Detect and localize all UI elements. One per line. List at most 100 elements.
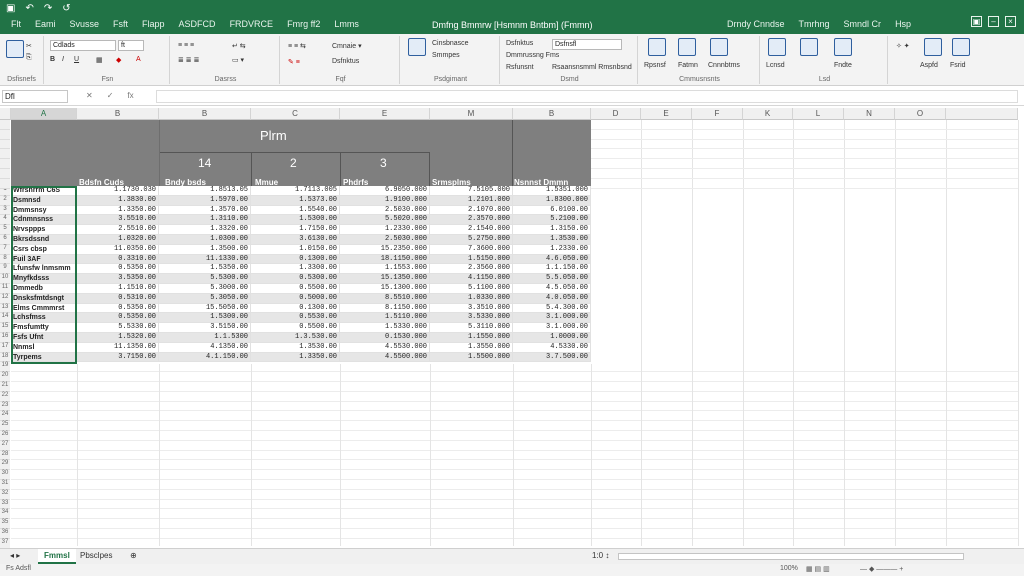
font-color-icon[interactable]: A (136, 56, 141, 63)
italic-button[interactable]: I (62, 56, 64, 63)
value-cell[interactable]: 1.1.150.00 (513, 264, 591, 275)
value-cell[interactable]: 7.3600.000 (430, 244, 513, 255)
value-cell[interactable]: 5.1100.000 (430, 284, 513, 294)
view-normal-icon[interactable]: ▦ ▤ ▥ (806, 565, 830, 573)
row-header[interactable]: 26 (0, 431, 10, 441)
show-comments-icon[interactable] (678, 38, 696, 56)
value-cell[interactable]: 1.5320.00 (77, 333, 159, 343)
value-cell[interactable]: 3.5150.00 (159, 323, 251, 333)
value-cell[interactable]: 1.5350.00 (159, 264, 251, 275)
value-cell[interactable]: 6.0100.00 (513, 205, 591, 216)
row-header[interactable]: 17 (0, 342, 10, 353)
row-header[interactable]: 16 (0, 333, 10, 343)
row-header[interactable] (0, 169, 10, 179)
tab-view[interactable]: Lmms (327, 19, 366, 29)
value-cell[interactable]: 1.3350.00 (77, 205, 159, 216)
comment-button[interactable]: Rpsnsf (644, 62, 666, 69)
value-cell[interactable]: 1.1.5300 (159, 333, 251, 343)
value-cell[interactable]: 1.9100.000 (340, 195, 430, 206)
column-header-a[interactable]: A (11, 108, 77, 120)
formula-input[interactable] (156, 90, 1018, 103)
value-cell[interactable]: 1.3110.00 (159, 215, 251, 226)
value-cell[interactable]: 15.2350.000 (340, 244, 430, 255)
row-header[interactable]: 14 (0, 313, 10, 324)
value-cell[interactable]: 1.0150.00 (251, 244, 340, 255)
value-cell[interactable]: 1.5330.000 (340, 323, 430, 333)
value-cell[interactable]: 18.1150.000 (340, 254, 430, 265)
value-cell[interactable]: 3.5510.00 (77, 215, 159, 226)
format-button[interactable]: Fatmn (678, 62, 698, 69)
value-cell[interactable]: 4.1.150.00 (159, 352, 251, 363)
value-cell[interactable]: 8.5510.000 (340, 293, 430, 304)
percent-icon[interactable]: ✎ ≡ (288, 58, 300, 66)
value-cell[interactable]: 15.1300.000 (340, 284, 430, 294)
value-cell[interactable]: 2.1070.000 (430, 205, 513, 216)
value-cell[interactable]: 1.3550.000 (430, 342, 513, 353)
tab-formulas[interactable]: ASDFCD (172, 19, 223, 29)
sheet-nav-icon[interactable]: ◂ ▸ (4, 549, 26, 564)
apply-button[interactable]: Aspfd (920, 62, 938, 69)
value-cell[interactable]: 1.5351.000 (513, 186, 591, 196)
column-header[interactable]: L (793, 108, 844, 120)
row-header[interactable]: 20 (0, 372, 10, 382)
value-cell[interactable]: 0.5310.00 (77, 293, 159, 304)
tab-help[interactable]: Hsp (888, 19, 918, 29)
notes-icon[interactable] (710, 38, 728, 56)
value-cell[interactable]: 3.7.500.00 (513, 352, 591, 363)
row-header[interactable]: 31 (0, 480, 10, 490)
row-header[interactable]: 4 (0, 215, 10, 226)
value-cell[interactable]: 1.2330.00 (513, 244, 591, 255)
column-header[interactable]: B (77, 108, 159, 120)
row-header[interactable] (0, 178, 10, 189)
align-center-icon[interactable]: ≣ ≣ ≣ (178, 56, 200, 64)
tab-draw[interactable]: Fsft (106, 19, 135, 29)
font-size-select[interactable]: ft (118, 40, 144, 51)
value-cell[interactable]: 0.5000.00 (251, 293, 340, 304)
row-header[interactable]: 7 (0, 244, 10, 255)
conditional-formatting-icon[interactable] (408, 38, 426, 56)
wrap-text-icon[interactable]: ↵ ⇆ (232, 42, 246, 50)
save-icon[interactable]: ▣ (6, 3, 15, 14)
value-cell[interactable]: 1.5150.000 (430, 254, 513, 265)
value-cell[interactable]: 2.3560.000 (430, 264, 513, 275)
column-header[interactable]: F (692, 108, 743, 120)
tab-layout[interactable]: Flapp (135, 19, 172, 29)
value-cell[interactable]: 4.1350.00 (159, 342, 251, 353)
value-cell[interactable]: 6.9050.000 (340, 186, 430, 196)
row-header[interactable]: 2 (0, 195, 10, 206)
format-cells-button[interactable]: Rsaansnsmml Rmsnbsnd (552, 64, 632, 71)
value-cell[interactable]: 1.5300.00 (251, 215, 340, 226)
column-header[interactable]: D (591, 108, 641, 120)
zoom-slider[interactable]: — ◆ ——— + (860, 565, 903, 573)
add-sheet-icon[interactable]: ⊕ (124, 549, 143, 564)
fx-label[interactable]: fx (127, 91, 133, 100)
value-cell[interactable]: 1.5970.00 (159, 195, 251, 206)
value-cell[interactable]: 2.5030.000 (340, 235, 430, 245)
row-header[interactable]: 32 (0, 489, 10, 500)
connections-button[interactable]: Cnnnbtms (708, 62, 740, 69)
value-cell[interactable]: 1.3.530.00 (251, 333, 340, 343)
value-cell[interactable]: 3.5350.00 (77, 274, 159, 284)
forms-icon[interactable] (952, 38, 970, 56)
column-header[interactable]: C (251, 108, 340, 120)
cancel-icon[interactable]: ✕ (86, 91, 93, 100)
row-header[interactable]: 19 (0, 362, 10, 373)
conditional-button[interactable]: Dmmrussng Fms (506, 52, 559, 59)
column-header[interactable]: B (159, 108, 251, 120)
value-cell[interactable]: 1.3530.00 (251, 342, 340, 353)
value-cell[interactable]: 1.0320.00 (77, 235, 159, 245)
value-cell[interactable]: 2.3570.000 (430, 215, 513, 226)
value-cell[interactable]: 5.2750.000 (430, 235, 513, 245)
format-table-button[interactable]: Cinsbnasce (432, 40, 469, 47)
row-header[interactable]: 36 (0, 529, 10, 539)
apps-icon[interactable] (924, 38, 942, 56)
font-name-select[interactable]: Cdlads (50, 40, 116, 51)
tab-insert[interactable]: Svusse (63, 19, 107, 29)
value-cell[interactable]: 0.5350.00 (77, 264, 159, 275)
row-header[interactable]: 12 (0, 293, 10, 304)
value-cell[interactable]: 5.5020.000 (340, 215, 430, 226)
value-cell[interactable]: 1.3570.00 (159, 205, 251, 216)
value-cell[interactable]: 4.5530.000 (340, 342, 430, 353)
tab-file[interactable]: Flt (4, 19, 28, 29)
insert-cells-button[interactable]: Dsfnktus (506, 40, 533, 47)
